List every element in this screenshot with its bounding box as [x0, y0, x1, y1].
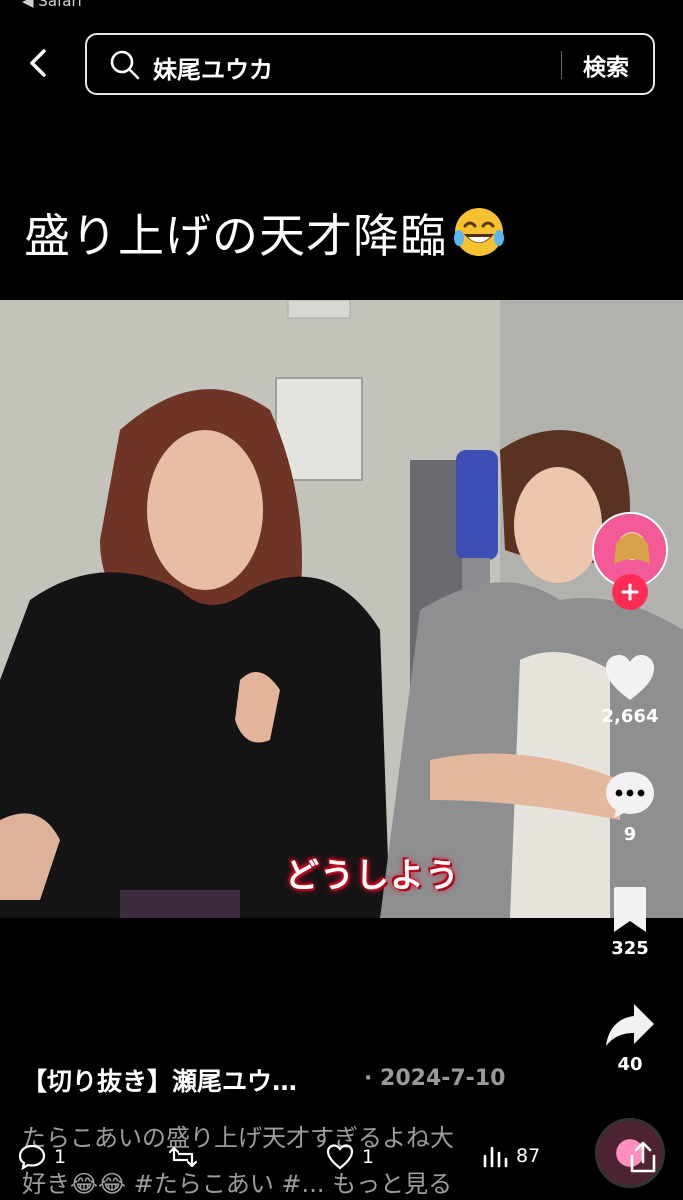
repost-icon	[168, 1146, 198, 1168]
share-count: 40	[617, 1054, 643, 1075]
post-date: · 2024-7-10	[364, 1066, 506, 1091]
bookmark-icon	[614, 887, 646, 932]
comment-count: 9	[623, 824, 637, 845]
share-upload-button[interactable]	[628, 1140, 658, 1178]
video-player[interactable]: どうしよう	[0, 300, 683, 918]
caption-text: 盛り上げの天才降臨	[24, 209, 447, 263]
video-frame-image	[0, 300, 683, 918]
laughing-tears-emoji-icon	[454, 208, 504, 256]
reply-count: 1	[54, 1146, 67, 1168]
search-query[interactable]: 妹尾ユウカ	[153, 50, 273, 85]
bookmark-button[interactable]: 325	[590, 886, 670, 959]
back-to-safari-link[interactable]: ◀ Safari	[22, 0, 82, 10]
comment-bubble-icon	[606, 772, 654, 818]
post-title[interactable]: 【切り抜き】瀬尾ユウ…	[22, 1062, 297, 1098]
video-subtitle: どうしよう	[285, 856, 460, 896]
chevron-left-icon	[30, 49, 46, 77]
share-arrow-icon	[606, 1004, 654, 1046]
repost-stat[interactable]	[168, 1144, 206, 1170]
reply-stat[interactable]: 1	[18, 1144, 66, 1170]
post-like-count: 1	[362, 1146, 375, 1168]
heart-outline-icon	[326, 1144, 354, 1170]
search-icon	[110, 50, 140, 80]
like-button[interactable]: 2,664	[590, 654, 670, 727]
bookmark-count: 325	[611, 938, 649, 959]
search-button[interactable]: 検索	[583, 48, 629, 82]
bar-chart-icon	[483, 1146, 508, 1168]
search-header: 妹尾ユウカ 検索	[0, 28, 683, 98]
like-count: 2,664	[601, 706, 659, 727]
views-stat[interactable]: 87	[482, 1144, 540, 1168]
upload-icon	[630, 1141, 656, 1173]
video-caption: 盛り上げの天才降臨	[24, 200, 507, 266]
follow-button[interactable]	[612, 574, 648, 610]
views-count: 87	[516, 1145, 541, 1167]
heart-icon	[606, 655, 654, 700]
comment-button[interactable]: 9	[590, 770, 670, 845]
search-divider	[561, 51, 562, 79]
back-button[interactable]	[22, 46, 56, 80]
search-input[interactable]: 妹尾ユウカ 検索	[85, 33, 655, 95]
engagement-bar: 1 1 87	[0, 1140, 683, 1180]
plus-icon	[621, 583, 639, 601]
share-button[interactable]: 40	[590, 1002, 670, 1075]
reply-icon	[18, 1144, 46, 1170]
post-like-stat[interactable]: 1	[326, 1144, 374, 1170]
